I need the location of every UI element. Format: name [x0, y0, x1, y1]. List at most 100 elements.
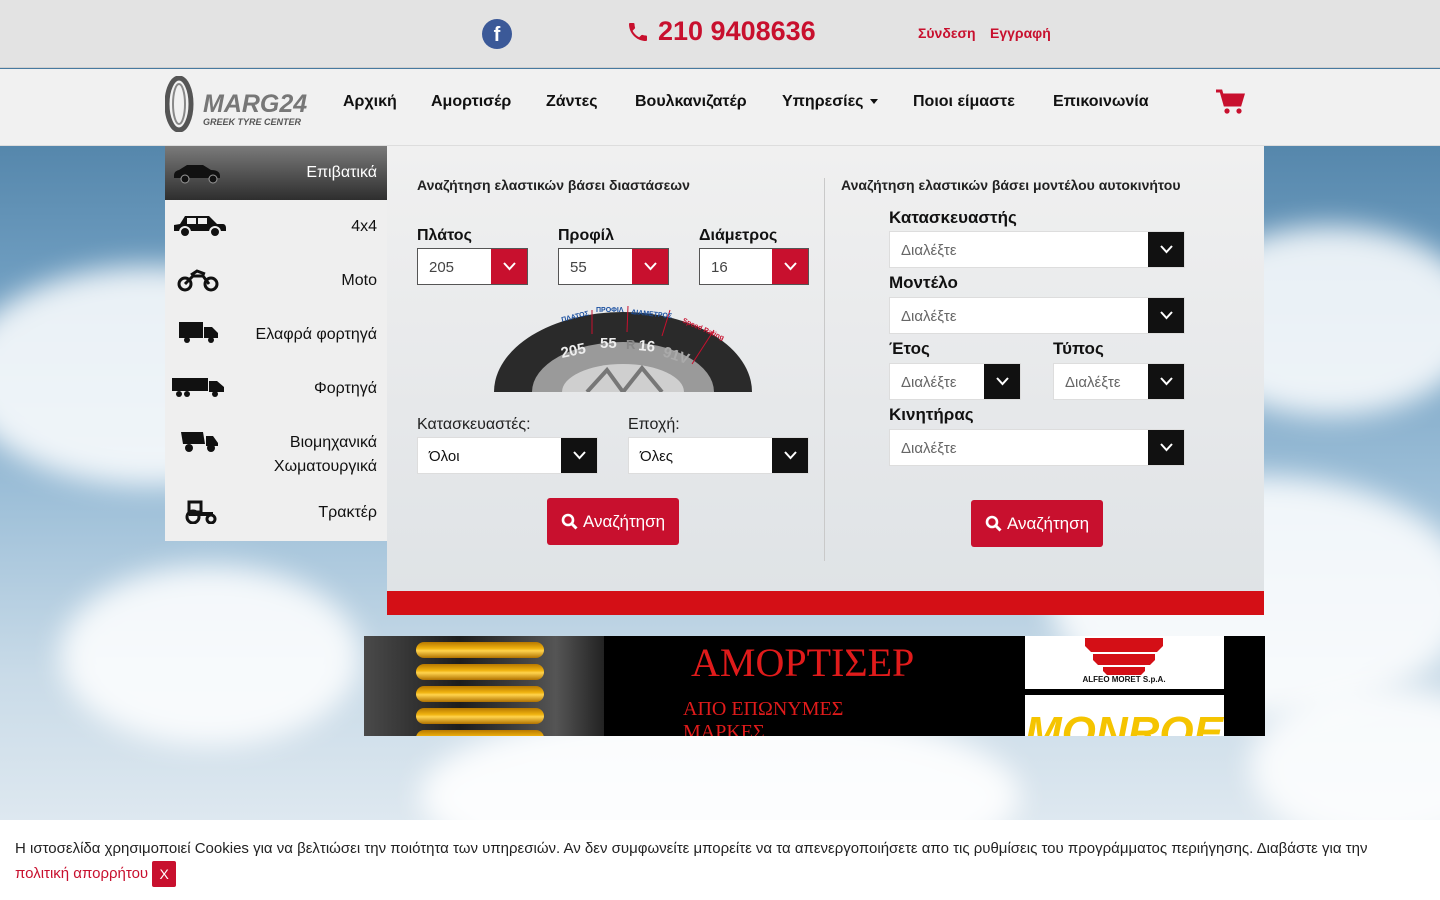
dimension-search-title: Αναζήτηση ελαστικών βάσει διαστάσεων: [417, 177, 690, 193]
login-link[interactable]: Σύνδεση: [918, 25, 976, 41]
manufacturer-label: Κατασκευαστής: [889, 208, 1017, 227]
year-select[interactable]: Διαλέξτε: [889, 363, 1021, 400]
register-link[interactable]: Εγγραφή: [990, 25, 1051, 41]
model-search-button-label: Αναζήτηση: [1006, 513, 1090, 533]
category-label: Τρακτέρ: [318, 504, 377, 521]
nav-services-label: Υπηρεσίες: [782, 93, 864, 110]
nav-home[interactable]: Αρχική: [343, 93, 397, 111]
category-passenger[interactable]: Επιβατικά: [165, 146, 387, 200]
type-placeholder: Διαλέξτε: [1065, 374, 1121, 391]
chevron-down-icon: [772, 249, 808, 284]
alfeo-moret-text: ALFEO MORET S.p.A.: [1082, 675, 1165, 684]
banner-title: ΑΜΟΡΤΙΣΕΡ: [691, 640, 915, 685]
nav-about[interactable]: Ποιοι είμαστε: [913, 93, 1015, 111]
chevron-down-icon: [491, 249, 527, 284]
profile-select[interactable]: 55: [558, 248, 669, 285]
chevron-down-icon: [772, 438, 808, 473]
phone-icon: [629, 22, 647, 41]
model-placeholder: Διαλέξτε: [901, 308, 957, 325]
category-label: Βιομηχανικά Χωματουργικά: [273, 434, 377, 475]
year-label: Έτος: [889, 339, 930, 358]
profile-value: 55: [570, 259, 587, 276]
engine-label: Κινητήρας: [889, 405, 974, 424]
category-light-trucks[interactable]: Ελαφρά φορτηγά: [165, 308, 387, 362]
model-select[interactable]: Διαλέξτε: [889, 297, 1185, 334]
light-truck-icon: [179, 322, 218, 343]
type-label: Τύπος: [1053, 339, 1104, 358]
tyre-profile-caption: ΠΡΟΦΙΛ: [596, 307, 624, 314]
alfeo-moret-logo: ALFEO MORET S.p.A.: [1025, 636, 1224, 689]
category-moto[interactable]: Moto: [165, 254, 387, 308]
type-select[interactable]: Διαλέξτε: [1053, 363, 1185, 400]
chevron-down-icon: [1148, 364, 1184, 399]
tyre-diameter-text: 16: [638, 337, 656, 356]
privacy-policy-link[interactable]: πολιτική απορρήτου: [15, 865, 148, 882]
dump-truck-icon: [181, 432, 218, 452]
phone-text: 210 9408636: [658, 16, 816, 46]
caret-down-icon: [869, 99, 878, 105]
maker-select[interactable]: Όλοι: [417, 437, 598, 474]
model-search-title: Αναζήτηση ελαστικών βάσει μοντέλου αυτοκ…: [841, 177, 1181, 193]
facebook-icon[interactable]: f: [482, 19, 512, 49]
chevron-down-icon: [984, 364, 1020, 399]
panel-divider: [824, 178, 825, 561]
dimension-search-button[interactable]: Αναζήτηση: [547, 498, 679, 545]
chevron-down-icon: [1148, 430, 1184, 465]
monroe-logo: MONROE: [1025, 695, 1225, 736]
chevron-down-icon: [1148, 298, 1184, 333]
profile-label: Προφίλ: [558, 227, 615, 244]
category-label: 4x4: [351, 218, 377, 235]
phone-number[interactable]: 210 9408636: [626, 16, 816, 47]
maker-label: Κατασκευαστές:: [417, 416, 531, 433]
nav-rims[interactable]: Ζάντες: [546, 93, 598, 111]
panel-footer-strip: [387, 591, 1264, 615]
motorcycle-icon: [177, 269, 219, 292]
category-trucks[interactable]: Φορτηγά: [165, 362, 387, 416]
engine-select[interactable]: Διαλέξτε: [889, 429, 1185, 466]
nav-services-dropdown[interactable]: Υπηρεσίες: [782, 93, 878, 111]
tyre-r-text: R: [626, 337, 636, 352]
season-select[interactable]: Όλες: [628, 437, 809, 474]
season-label: Εποχή:: [628, 416, 680, 433]
width-value: 205: [429, 259, 455, 276]
category-industrial[interactable]: Βιομηχανικά Χωματουργικά: [165, 416, 387, 486]
category-tractor[interactable]: Τρακτέρ: [165, 486, 387, 540]
category-label: Επιβατικά: [306, 164, 377, 181]
shopping-cart-icon[interactable]: [1215, 88, 1245, 116]
cookie-close-button[interactable]: X: [152, 861, 177, 887]
width-label: Πλάτος: [417, 227, 472, 244]
diameter-select[interactable]: 16: [699, 248, 809, 285]
nav-vulcanizer[interactable]: Βουλκανιζατέρ: [635, 93, 747, 111]
category-4x4[interactable]: 4x4: [165, 200, 387, 254]
tyre-size-diagram: 205 55 R 16 91V ΠΛΑΤΟΣ ΠΡΟΦΙΛ ΔΙΑΜΕΤΡΟΣ …: [494, 305, 752, 392]
category-label: Moto: [341, 272, 377, 289]
vehicle-category-menu: Επιβατικά 4x4 Moto Ελαφρά φορτηγά Φορτηγ…: [165, 146, 387, 541]
promo-banner[interactable]: ΑΜΟΡΤΙΣΕΡ ΑΠΟ ΕΠΩΝΥΜΕΣ ΜΑΡΚΕΣ ALFEO MORE…: [364, 636, 1265, 736]
season-value: Όλες: [640, 448, 674, 465]
nav-contact[interactable]: Επικοινωνία: [1053, 93, 1149, 111]
logo-text: MARG24: [203, 90, 307, 118]
chevron-down-icon: [632, 249, 668, 284]
engine-placeholder: Διαλέξτε: [901, 440, 957, 457]
dimension-search-button-label: Αναζήτηση: [582, 511, 666, 531]
manufacturer-placeholder: Διαλέξτε: [901, 242, 957, 259]
monroe-text: MONROE: [1025, 708, 1224, 736]
diameter-label: Διάμετρος: [699, 227, 778, 244]
car-icon: [174, 165, 220, 184]
search-icon: [985, 515, 1002, 532]
nav-shock-absorbers[interactable]: Αμορτισέρ: [431, 93, 511, 111]
search-icon: [561, 513, 578, 530]
tractor-icon: [185, 500, 217, 524]
tyre-profile-text: 55: [600, 335, 617, 352]
cookie-notice: Η ιστοσελίδα χρησιμοποιεί Cookies για να…: [15, 837, 1425, 887]
diameter-value: 16: [711, 259, 728, 276]
manufacturer-select[interactable]: Διαλέξτε: [889, 231, 1185, 268]
category-label: Φορτηγά: [313, 380, 377, 397]
width-select[interactable]: 205: [417, 248, 528, 285]
shock-absorber-image: [364, 636, 604, 736]
model-search-button[interactable]: Αναζήτηση: [971, 500, 1103, 547]
banner-subtitle: ΑΠΟ ΕΠΩΝΥΜΕΣ ΜΑΡΚΕΣ: [683, 698, 844, 736]
chevron-down-icon: [561, 438, 597, 473]
site-logo[interactable]: MARG24 GREEK TYRE CENTER: [165, 76, 307, 132]
logo-tagline: GREEK TYRE CENTER: [203, 117, 302, 127]
